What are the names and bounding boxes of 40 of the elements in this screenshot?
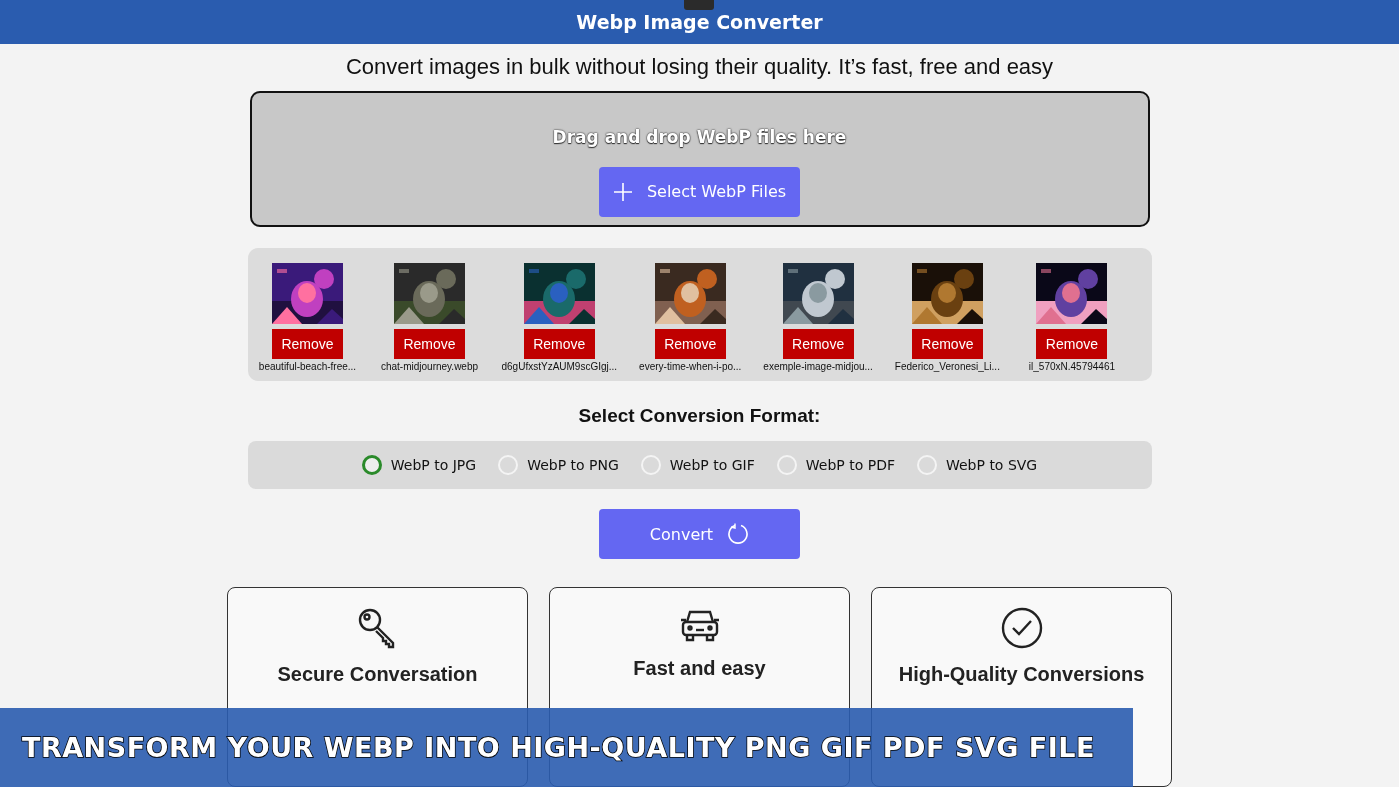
file-name: exemple-image-midjou... [763, 361, 873, 373]
radio-button[interactable] [361, 454, 382, 475]
option-label: WebP to PDF [805, 456, 895, 473]
option-label: WebP to JPG [390, 456, 477, 473]
card-title: Fast and easy [633, 657, 766, 680]
drop-zone[interactable]: Drag and drop WebP files here Select WebP Files [249, 90, 1150, 228]
remove-button[interactable]: Remove [782, 329, 854, 360]
remove-button[interactable]: Remove [272, 329, 343, 360]
option-label: WebP to GIF [669, 456, 755, 473]
file-name: d6gUfxstYzAUM9scGIgj... [501, 361, 618, 373]
subtitle: Convert images in bulk without losing their quality. It’s fast, free and easy [345, 53, 1054, 80]
checkmark-icon [1000, 607, 1043, 649]
section-heading: Select Conversion Format: [578, 404, 821, 427]
grip-icon [684, 0, 714, 10]
select-files-button[interactable]: Select WebP Files [599, 166, 800, 217]
file-name: every-time-when-i-po... [639, 361, 742, 373]
file-name: chat-midjourney.webp [380, 361, 479, 373]
format-option[interactable]: WebP to PDF [776, 454, 895, 475]
drop-hint: Drag and drop WebP files here [552, 126, 847, 147]
file-name: Federico_Veronesi_Li... [894, 361, 1000, 373]
remove-button[interactable]: Remove [523, 329, 595, 360]
format-option[interactable]: WebP to SVG [916, 454, 1038, 475]
refresh-icon [727, 523, 750, 545]
format-option[interactable]: WebP to JPG [361, 454, 477, 475]
convert-button[interactable]: Convert [599, 509, 800, 559]
remove-button[interactable]: Remove [394, 329, 465, 360]
remove-button[interactable]: Remove [911, 329, 983, 360]
file-name: il_570xN.45794461 [1028, 361, 1116, 373]
option-label: WebP to SVG [945, 456, 1038, 473]
option-label: WebP to PNG [527, 456, 619, 473]
format-option[interactable]: WebP to PNG [498, 454, 619, 475]
caption-text: TRANSFORM YOUR WEBP INTO HIGH-QUALITY PNG GIF PDF SVG FILE [22, 732, 1095, 763]
card-title: Secure Conversation [277, 663, 478, 686]
remove-button[interactable]: Remove [1036, 329, 1108, 360]
window-title: Webp Image Converter [576, 10, 823, 33]
format-option[interactable]: WebP to GIF [640, 454, 755, 475]
plus-icon [612, 181, 633, 202]
card-title: High-Quality Conversions [898, 663, 1145, 686]
file-name: beautiful-beach-free... [258, 361, 357, 373]
remove-button[interactable]: Remove [654, 329, 726, 360]
